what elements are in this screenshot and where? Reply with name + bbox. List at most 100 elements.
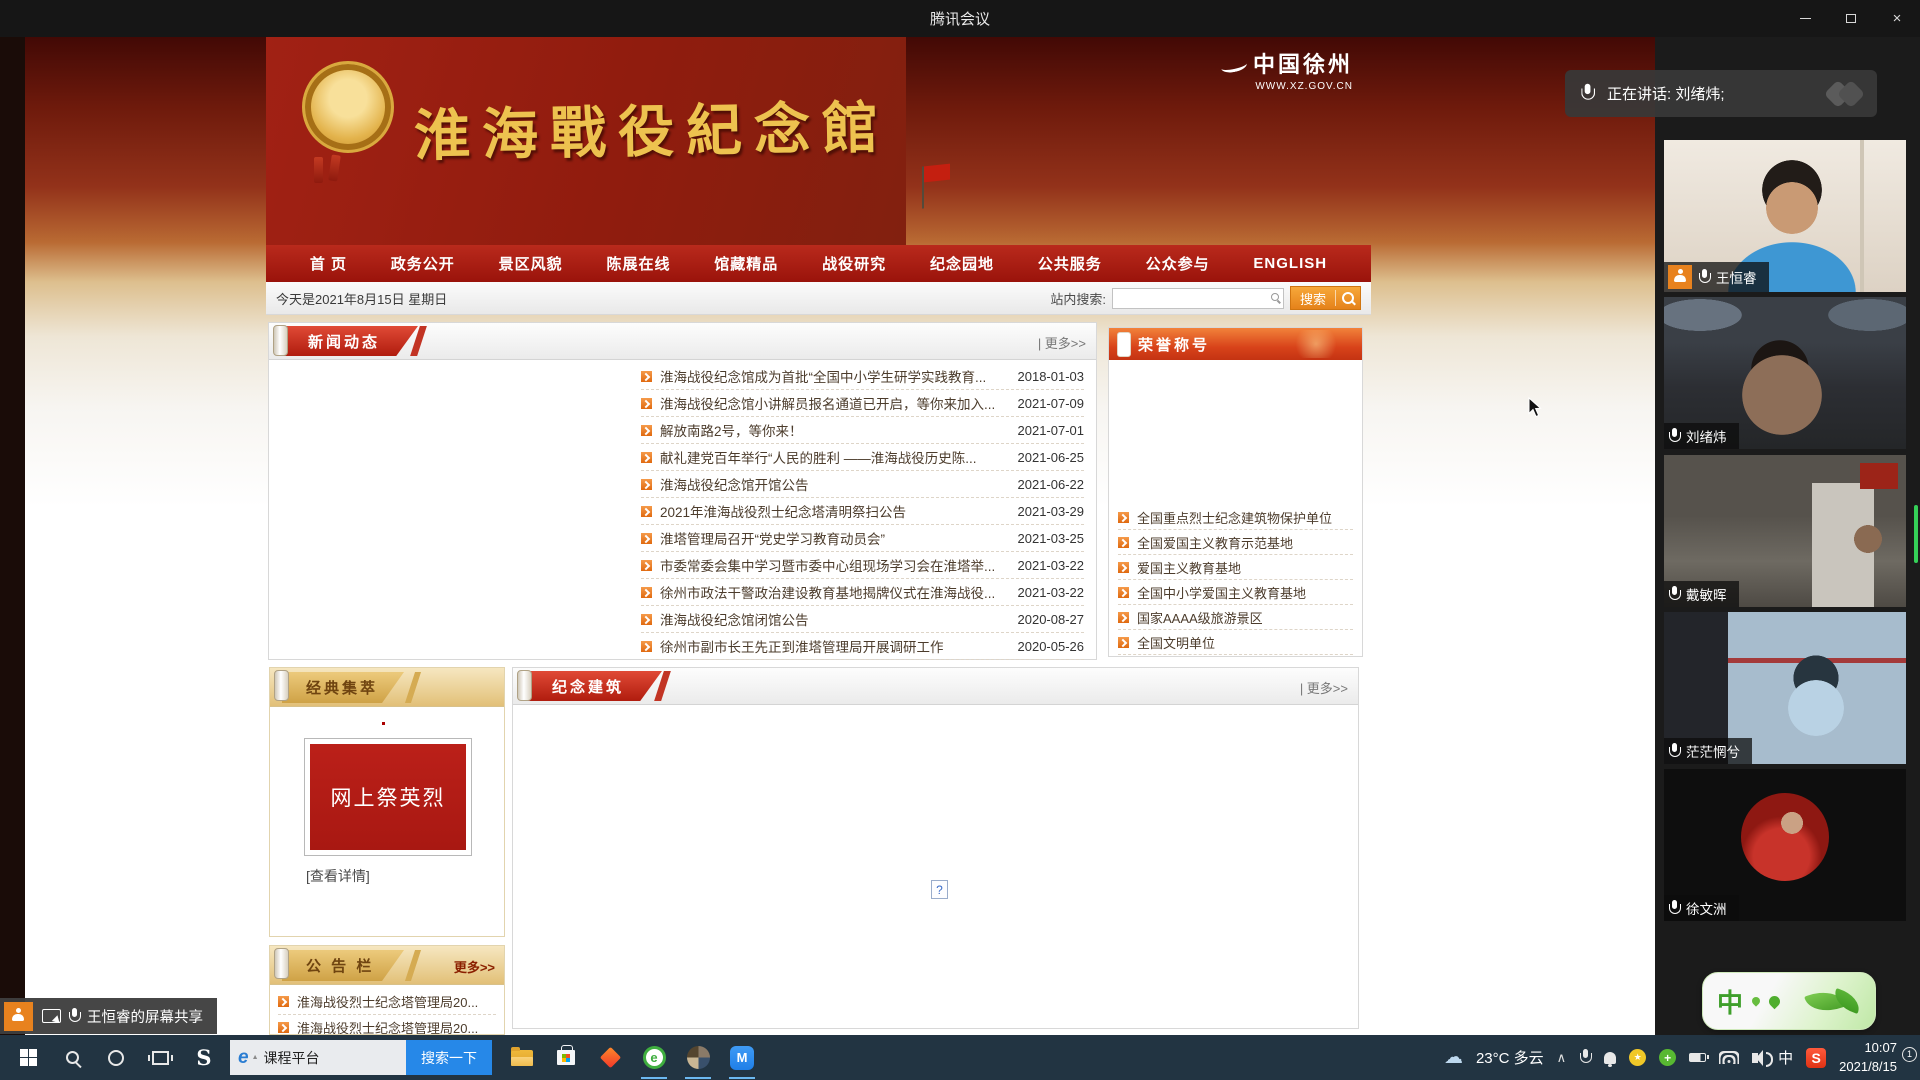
- star-app-icon[interactable]: ★: [1629, 1049, 1646, 1066]
- participant-nameplate: 戴敏晖: [1664, 581, 1739, 607]
- list-item[interactable]: 淮海战役烈士纪念塔管理局20...: [278, 989, 496, 1015]
- ms-store-button[interactable]: [544, 1035, 588, 1080]
- ime-indicator[interactable]: 中: [1778, 1047, 1793, 1068]
- assistant-widget[interactable]: 中: [1702, 972, 1876, 1030]
- tencent-meeting-button[interactable]: M: [720, 1035, 764, 1080]
- browser-360-button[interactable]: e: [632, 1035, 676, 1080]
- notice-section: 公 告 栏 更多>> 淮海战役烈士纪念塔管理局20...淮海战役烈士纪念塔管理局…: [269, 945, 505, 1035]
- tassel-icon: [314, 157, 323, 183]
- participant-tile[interactable]: 茫茫惘兮: [1664, 612, 1906, 764]
- band-query-text[interactable]: 课程平台: [264, 1048, 406, 1068]
- minimize-button[interactable]: [1782, 0, 1828, 37]
- cortana-button[interactable]: [94, 1035, 138, 1080]
- view-details-link[interactable]: [查看详情]: [306, 866, 370, 886]
- plus-app-icon[interactable]: +: [1659, 1049, 1676, 1066]
- nav-item-4[interactable]: 馆藏精品: [714, 253, 778, 274]
- file-explorer-button[interactable]: [500, 1035, 544, 1080]
- nav-item-9[interactable]: ENGLISH: [1253, 255, 1327, 272]
- bullet-arrow-icon: [641, 587, 652, 598]
- nav-item-5[interactable]: 战役研究: [822, 253, 886, 274]
- band-search-button[interactable]: 搜索一下: [406, 1040, 492, 1075]
- notice-more-link[interactable]: 更多>>: [454, 957, 495, 976]
- weather-cloud-icon[interactable]: ☁: [1444, 1046, 1463, 1069]
- participant-tile[interactable]: 戴敏晖: [1664, 455, 1906, 607]
- site-search-input[interactable]: [1112, 288, 1284, 309]
- xuzhou-gov-badge[interactable]: 中国徐州 WWW.XZ.GOV.CN: [1221, 47, 1353, 92]
- list-item[interactable]: 2021年淮海战役烈士纪念塔清明祭扫公告2021-03-29: [641, 498, 1084, 525]
- wifi-icon[interactable]: [1719, 1051, 1739, 1064]
- window-title: 腾讯会议: [930, 8, 990, 29]
- site-search-button[interactable]: 搜索: [1290, 286, 1361, 310]
- person-icon: [1674, 269, 1686, 285]
- today-date-text: 今天是2021年8月15日 星期日: [276, 289, 447, 308]
- memorial-more-link[interactable]: | 更多>>: [1300, 678, 1348, 697]
- ie-icon: e: [238, 1047, 249, 1069]
- nav-item-0[interactable]: 首 页: [310, 253, 347, 274]
- scroll-icon: [517, 670, 532, 701]
- list-item[interactable]: 淮海战役纪念馆开馆公告2021-06-22: [641, 471, 1084, 498]
- notice-list: 淮海战役烈士纪念塔管理局20...淮海战役烈士纪念塔管理局20...: [270, 985, 504, 1035]
- item-title: 徐州市副市长王先正到淮塔管理局开展调研工作: [660, 636, 1004, 656]
- nav-item-1[interactable]: 政务公开: [391, 253, 455, 274]
- list-item[interactable]: 解放南路2号，等你来！2021-07-01: [641, 417, 1084, 444]
- maximize-button[interactable]: [1828, 0, 1874, 37]
- hidden-icons-chevron[interactable]: ∧: [1557, 1050, 1567, 1066]
- list-item[interactable]: 徐州市副市长王先正到淮塔管理局开展调研工作2020-05-26: [641, 633, 1084, 660]
- bullet-arrow-icon: [641, 398, 652, 409]
- close-button[interactable]: ×: [1874, 0, 1920, 37]
- participant-tile[interactable]: 王恒睿: [1664, 140, 1906, 292]
- item-title: 献礼建党百年举行“人民的胜利 ——淮海战役历史陈...: [660, 447, 1004, 467]
- volume-icon[interactable]: [1752, 1053, 1758, 1063]
- nav-item-7[interactable]: 公共服务: [1038, 253, 1102, 274]
- mic-tray-icon[interactable]: [1579, 1049, 1591, 1066]
- memorial-emblem-icon: [302, 61, 394, 153]
- list-item[interactable]: 淮海战役烈士纪念塔管理局20...: [278, 1015, 496, 1035]
- online-memorial-image[interactable]: 网上祭英烈: [304, 738, 472, 856]
- list-item[interactable]: 淮海战役纪念馆成为首批“全国中小学生研学实践教育...2018-01-03: [641, 363, 1084, 390]
- diamond-app-button[interactable]: [588, 1035, 632, 1080]
- task-view-button[interactable]: [138, 1035, 182, 1080]
- speaking-text: 正在讲话: 刘绪炜;: [1607, 83, 1725, 104]
- list-item[interactable]: 全国中小学爱国主义教育基地: [1118, 580, 1353, 605]
- site-search-area: 站内搜索: 搜索: [1050, 286, 1361, 310]
- list-item[interactable]: 淮海战役纪念馆小讲解员报名通道已开启，等你来加入...2021-07-09: [641, 390, 1084, 417]
- photos-app-button[interactable]: [676, 1035, 720, 1080]
- seewo-app-button[interactable]: S: [182, 1035, 226, 1080]
- list-item[interactable]: 全国文明单位: [1118, 630, 1353, 655]
- battery-icon[interactable]: [1689, 1053, 1706, 1062]
- nav-item-6[interactable]: 纪念园地: [930, 253, 994, 274]
- mic-icon: [1668, 428, 1680, 445]
- participant-name: 王恒睿: [1716, 267, 1757, 287]
- nav-item-8[interactable]: 公众参与: [1146, 253, 1210, 274]
- item-title: 2021年淮海战役烈士纪念塔清明祭扫公告: [660, 501, 1004, 521]
- nav-item-2[interactable]: 景区风貌: [499, 253, 563, 274]
- list-item[interactable]: 淮塔管理局召开“党史学习教育动员会”2021-03-25: [641, 525, 1084, 552]
- window-titlebar: 腾讯会议 ×: [0, 0, 1920, 37]
- classic-section: 经典集萃 网上祭英烈 [查看详情]: [269, 667, 505, 937]
- start-button[interactable]: [6, 1035, 50, 1080]
- item-title: 淮海战役纪念馆成为首批“全国中小学生研学实践教育...: [660, 366, 1004, 386]
- site-title: 淮海戰役紀念館: [413, 83, 890, 172]
- list-item[interactable]: 淮海战役纪念馆闭馆公告2020-08-27: [641, 606, 1084, 633]
- search-icon: [1336, 287, 1360, 309]
- bell-icon[interactable]: [1604, 1052, 1616, 1064]
- participant-tile[interactable]: 徐文洲: [1664, 769, 1906, 921]
- list-item[interactable]: 国家AAAA级旅游景区: [1118, 605, 1353, 630]
- list-item[interactable]: 献礼建党百年举行“人民的胜利 ——淮海战役历史陈...2021-06-25: [641, 444, 1084, 471]
- news-more-link[interactable]: | 更多>>: [1038, 333, 1086, 352]
- list-item[interactable]: 爱国主义教育基地: [1118, 555, 1353, 580]
- sogou-icon[interactable]: S: [1806, 1048, 1826, 1068]
- honor-header: 荣誉称号: [1109, 328, 1362, 360]
- list-item[interactable]: 徐州市政法干警政治建设教育基地揭牌仪式在淮海战役...2021-03-22: [641, 579, 1084, 606]
- list-item[interactable]: 全国爱国主义教育示范基地: [1118, 530, 1353, 555]
- taskbar-search-band[interactable]: e ▲ 课程平台 搜索一下: [230, 1040, 492, 1075]
- taskbar-clock[interactable]: 10:07 2021/8/15: [1839, 1039, 1897, 1075]
- weather-text[interactable]: 23°C 多云: [1476, 1047, 1544, 1068]
- sidebar-scrollbar[interactable]: [1914, 505, 1918, 563]
- list-item[interactable]: 市委常委会集中学习暨市委中心组现场学习会在淮塔举...2021-03-22: [641, 552, 1084, 579]
- taskbar-search-button[interactable]: [50, 1035, 94, 1080]
- list-item[interactable]: 全国重点烈士纪念建筑物保护单位: [1118, 505, 1353, 530]
- shared-webpage: 淮海戰役紀念館 中国徐州 WWW.XZ.GOV.CN 首 页 政务公开 景区风貌 陈展…: [25, 37, 1655, 1035]
- nav-item-3[interactable]: 陈展在线: [606, 253, 670, 274]
- participant-tile[interactable]: 刘绪炜: [1664, 297, 1906, 449]
